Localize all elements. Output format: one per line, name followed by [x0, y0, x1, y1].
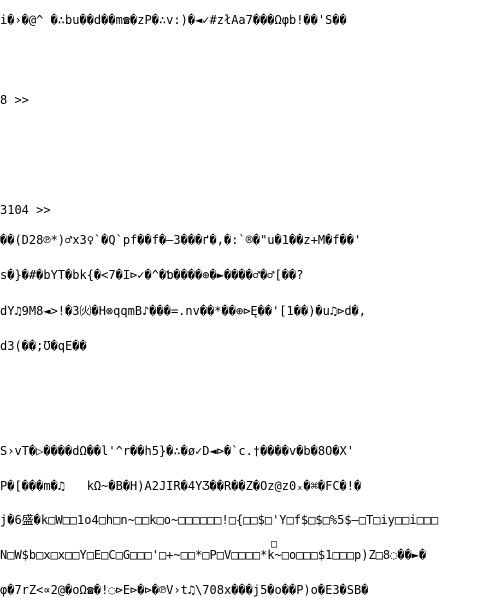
output-line-1: i�›�@^ �∴bu��d��m☎�zP�∴v:)�◄✓#złAa7���Ωφ… [0, 13, 347, 27]
output-line-12: φ�7rZ<∝2@�oΩ☎�!◌⊳E⊳�⊳�℗V›t♫\708x���j5�o�… [0, 583, 369, 597]
output-line-10: j�6盛�k□W□□1o4□h□n~□□k□o~□□□□□□!□{□□$□'Y□… [0, 513, 439, 527]
output-line-6: dY♫9M8◄>!�3㈫�H⊗qqmB♪���=.nv��*��⊕⊳Ę��'[1… [0, 304, 367, 318]
output-line-4: ��(D28℗*)♂x3♀`�Q`pf��f�–3���ґ�,�:`®�"u�1… [0, 233, 362, 247]
output-line-5: s�}�#�bYT�bk{�<7�I⊳✓�^�ƅ����⊕�►����♂�♂[�… [0, 268, 304, 282]
output-line-2: 8 >> [0, 93, 29, 107]
output-line-8: S›vT�▷����dΩ��l'^r��h5}�∴�ø✓D◄⊳�`ϲ.†����… [0, 444, 355, 458]
output-line-3: 3104 >> [0, 203, 51, 217]
output-line-7: d3(��;Ʊ�qE�� [0, 339, 87, 353]
output-line-9: P�[���m�♫ kΩ~�B�H)A2JIR�4YƷ��R��Z�Oz@z0ₓ… [0, 479, 362, 493]
cursor-glyph: □ [271, 539, 278, 550]
output-line-11: N□W$b□x□x□□Y□E□C□G□□□'□+~□□*□P□V□□□□*k~□… [0, 548, 427, 562]
terminal-viewport[interactable]: i�›�@^ �∴bu��d��m☎�zP�∴v:)�◄✓#złAa7���Ωφ… [0, 0, 478, 598]
